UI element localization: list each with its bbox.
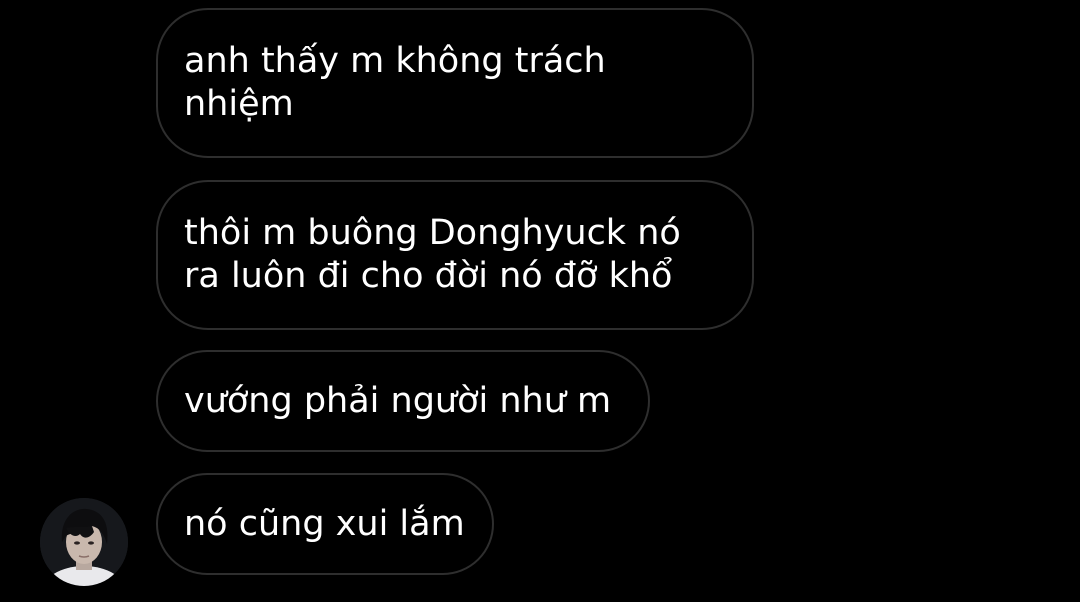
sender-avatar[interactable] [40,498,128,586]
message-text: anh thấy m không trách nhiệm [184,41,606,124]
message-text: thôi m buông Donghyuck nó ra luôn đi cho… [184,213,681,296]
message-bubble[interactable]: thôi m buông Donghyuck nó ra luôn đi cho… [156,180,754,330]
message-bubble[interactable]: anh thấy m không trách nhiệm [156,8,754,158]
message-thread: anh thấy m không trách nhiệm thôi m buôn… [0,0,1080,602]
message-text: vướng phải người như m [184,380,612,421]
avatar-image [40,498,128,586]
message-bubble[interactable]: vướng phải người như m [156,350,650,452]
message-bubble[interactable]: nó cũng xui lắm [156,473,494,575]
message-text: nó cũng xui lắm [184,503,465,544]
